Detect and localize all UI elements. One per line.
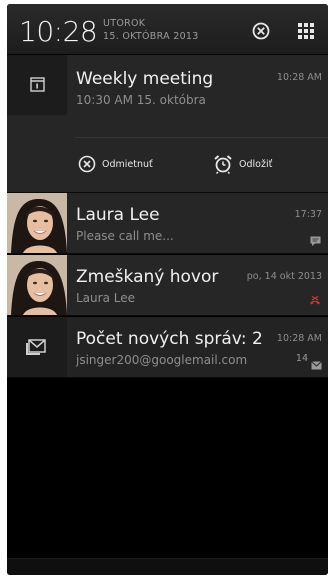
mail-icon [311,355,322,374]
date-label: 15. OKTÓBRA 2013 [103,31,199,42]
notification-subtitle: 10:30 AM 15. októbra [76,93,206,107]
notification-title: Laura Lee [76,205,160,225]
notification-subtitle: Please call me... [76,229,174,243]
notification-time: 10:28 AM [276,72,322,83]
clear-all-icon[interactable] [251,21,271,41]
notification-time: 10:28 AM [276,333,322,344]
mail-count: 14 [295,353,308,364]
notification-subtitle: Laura Lee [76,291,135,305]
shade-handle[interactable] [7,558,328,575]
notification-time: po, 14 okt 2013 [246,271,322,282]
status-header: 10:28 UTOROK 15. OKTÓBRA 2013 [7,4,328,55]
notification-meeting[interactable]: Weekly meeting 10:30 AM 15. októbra 10:2… [7,55,328,193]
message-icon [310,231,321,250]
missed-call-icon [309,292,321,311]
weekday-label: UTOROK [103,18,146,29]
dismiss-button[interactable]: Odmietnuť [77,151,153,177]
notification-time: 17:37 [294,209,322,220]
notification-title: Zmeškaný hovor [76,267,219,287]
notification-subtitle: jsinger200@googlemail.com [76,353,248,367]
calendar-icon [7,55,67,115]
dismiss-label: Odmietnuť [102,158,153,170]
quick-settings-grid-icon[interactable] [297,22,315,40]
avatar [7,193,67,253]
gmail-icon [7,317,67,377]
snooze-button[interactable]: Odložiť [212,151,272,177]
dismiss-icon [78,155,96,173]
notification-title: Weekly meeting [76,69,214,89]
avatar [7,255,67,315]
notification-email[interactable]: Počet nových správ: 2 jsinger200@googlem… [7,317,328,378]
notification-missed-call[interactable]: Zmeškaný hovor Laura Lee po, 14 okt 2013 [7,255,328,316]
notification-message[interactable]: Laura Lee Please call me... 17:37 [7,193,328,254]
alarm-snooze-icon [214,155,232,175]
snooze-label: Odložiť [239,158,273,170]
notification-shade: 10:28 UTOROK 15. OKTÓBRA 2013 Weekly mee… [7,4,328,575]
notification-title: Počet nových správ: 2 [76,329,263,349]
clock-time: 10:28 [19,15,98,48]
divider [75,137,328,138]
